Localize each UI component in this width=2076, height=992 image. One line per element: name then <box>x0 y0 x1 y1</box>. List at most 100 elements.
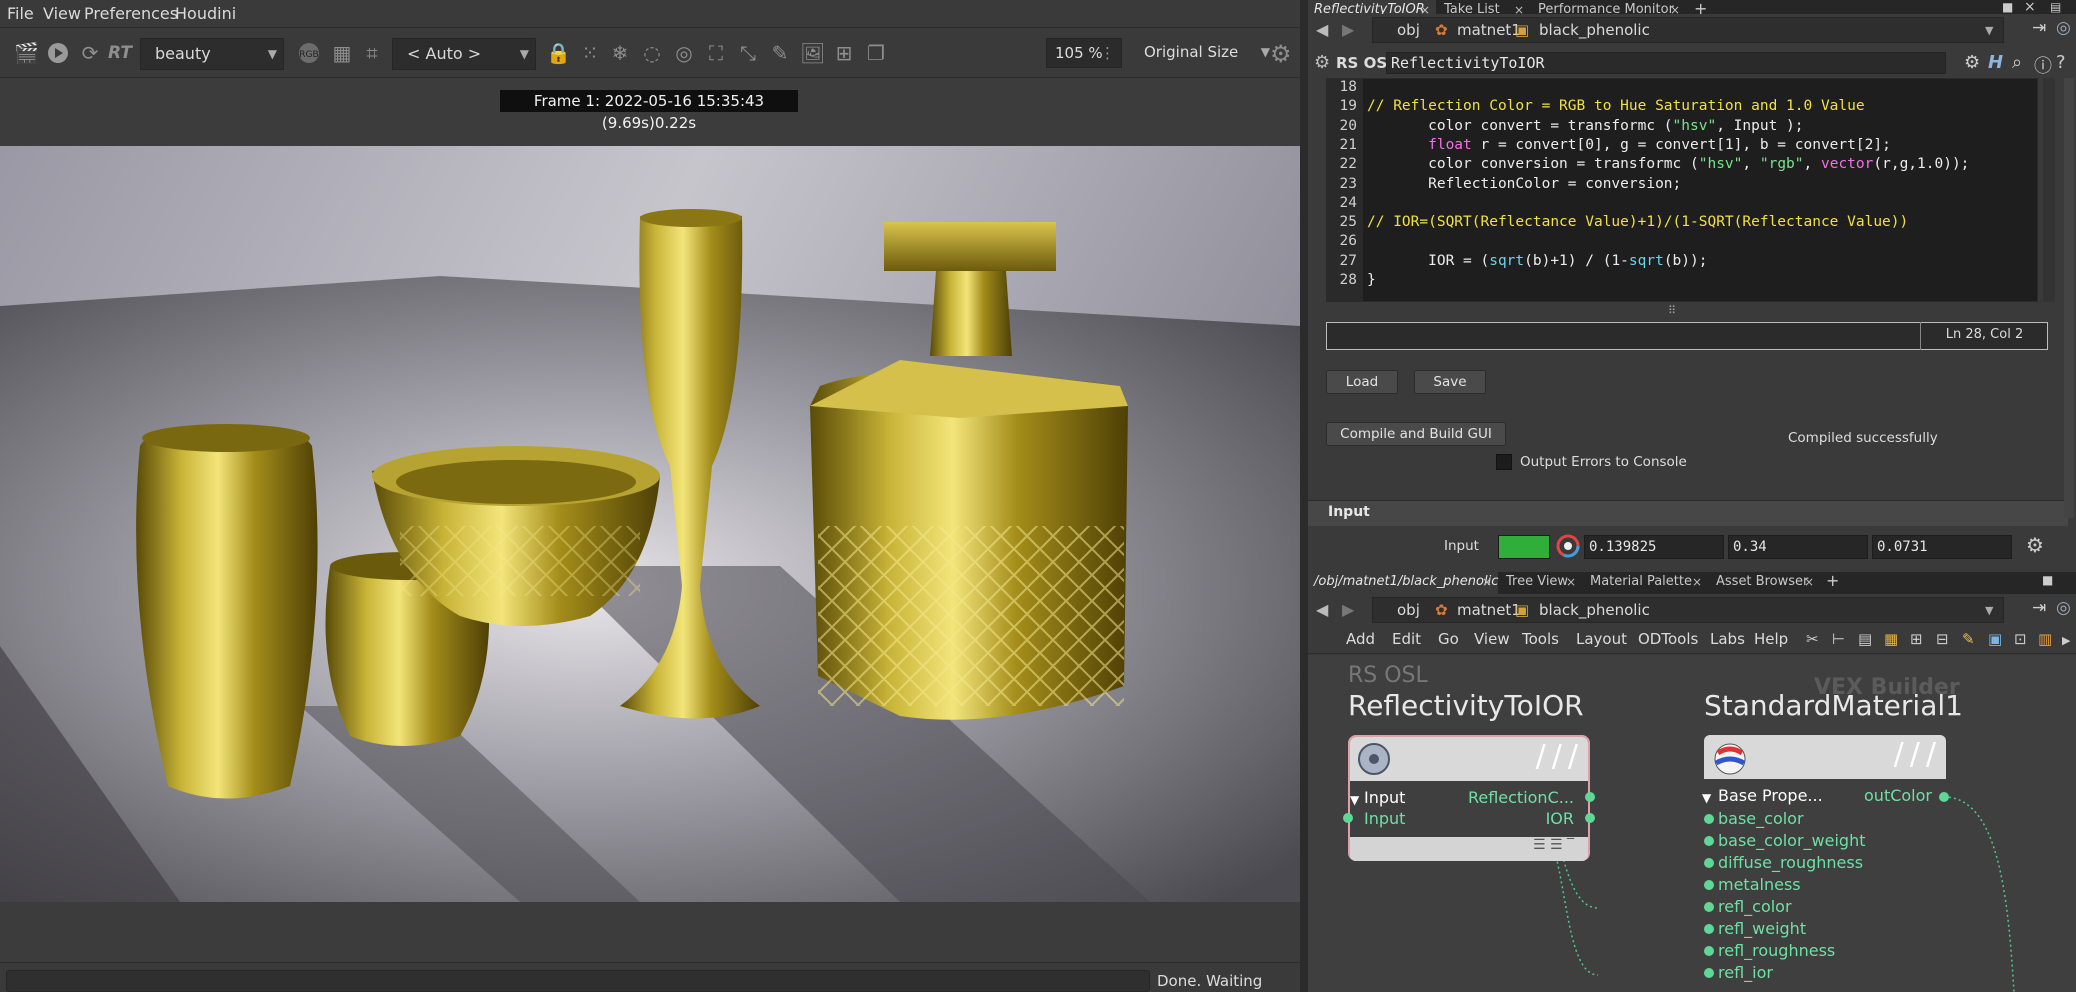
node-menu-icon[interactable]: ☰ ☰ ‾ <box>1533 837 1574 853</box>
rt-icon[interactable]: RT <box>108 41 132 65</box>
gear-icon[interactable]: ⚙ <box>2026 533 2044 557</box>
crumb-matnet1[interactable]: matnet1 <box>1457 21 1521 39</box>
close-icon[interactable]: × <box>1566 572 1576 592</box>
add-tab-icon[interactable]: + <box>1826 571 1839 590</box>
clapper-icon[interactable]: 🎬 <box>14 41 39 65</box>
menu-file[interactable]: File <box>7 4 34 23</box>
node2-input-dot[interactable] <box>1704 880 1714 890</box>
forward-arrow-icon[interactable]: ▶ <box>1342 20 1354 39</box>
menu-help[interactable]: Help <box>1754 630 1788 648</box>
pin-icon[interactable]: ⇥ <box>2032 598 2046 618</box>
stepper-icon[interactable]: ⋮ <box>1100 39 1115 67</box>
resize-handle-icon[interactable]: ⠿ <box>1668 304 1676 317</box>
image-icon[interactable]: ▣ <box>1988 630 2002 648</box>
input-refl-roughness[interactable]: refl_roughness <box>1718 941 1835 960</box>
crumb-black-phenolic[interactable]: black_phenolic <box>1539 21 1650 39</box>
code-editor[interactable]: 18 19 20 21 22 23 24 25 26 27 28 // Reflection Col… <box>1326 78 2038 302</box>
play-icon[interactable] <box>46 41 70 65</box>
info-icon[interactable]: ⓘ <box>2034 52 2052 78</box>
parameter-scrollbar[interactable] <box>2064 78 2074 518</box>
input-base-color-weight[interactable]: base_color_weight <box>1718 831 1865 850</box>
input-r-field[interactable]: 0.139825 <box>1584 535 1724 559</box>
input-section-header[interactable]: Input <box>1308 500 2068 526</box>
spinner-icon[interactable]: ◌ <box>640 41 664 65</box>
copy-icon[interactable]: ❐ <box>864 41 888 65</box>
rgb-icon[interactable]: RGB <box>296 41 322 65</box>
crumb-matnet1[interactable]: matnet1 <box>1457 601 1521 619</box>
overflow-arrow-icon[interactable]: ▶ <box>2062 634 2070 647</box>
node2-input-dot[interactable] <box>1704 902 1714 912</box>
asset-icon[interactable]: ▥ <box>2038 630 2052 648</box>
back-arrow-icon[interactable]: ◀ <box>1316 600 1328 619</box>
close-icon[interactable]: × <box>1482 572 1492 592</box>
layout-icon[interactable]: ⊟ <box>1936 630 1949 648</box>
node2-header[interactable]: /// <box>1704 735 1946 779</box>
node2-input-dot[interactable] <box>1704 968 1714 978</box>
crumb-obj[interactable]: obj <box>1397 21 1420 39</box>
palette-icon[interactable]: ▦ <box>1884 630 1898 648</box>
path-field[interactable]: obj ✿ matnet1 ▣ black_phenolic ▼ <box>1372 17 2004 43</box>
pane-divider[interactable] <box>1300 0 1308 992</box>
save-button[interactable]: Save <box>1414 370 1486 394</box>
grid-icon[interactable]: ▦ <box>330 41 354 65</box>
output-errors-checkbox[interactable] <box>1496 454 1512 470</box>
color-swatch[interactable] <box>1498 535 1550 559</box>
collapse-triangle-icon[interactable]: ▼ <box>1702 791 1711 805</box>
menu-preferences[interactable]: Preferences <box>84 4 178 23</box>
node-standardmaterial1[interactable]: /// ▼ Base Prope... outColor base_color … <box>1702 735 1946 992</box>
search-icon[interactable]: ⌕ <box>2012 52 2022 73</box>
input-b-field[interactable]: 0.0731 <box>1872 535 2012 559</box>
gear-icon[interactable]: ⚙ <box>1270 40 1292 68</box>
input-base-color[interactable]: base_color <box>1718 809 1804 828</box>
help-circle-icon[interactable]: ? <box>2056 52 2066 73</box>
node2-input-dot[interactable] <box>1704 858 1714 868</box>
node2-input-dot[interactable] <box>1704 946 1714 956</box>
input-refl-color[interactable]: refl_color <box>1718 897 1792 916</box>
back-arrow-icon[interactable]: ◀ <box>1316 20 1328 39</box>
compile-build-gui-button[interactable]: Compile and Build GUI <box>1326 422 1506 446</box>
zoom-region-icon[interactable]: ⤡ <box>736 41 760 65</box>
tab-asset-browser[interactable]: Asset Browser × <box>1710 572 1820 594</box>
input-refl-weight[interactable]: refl_weight <box>1718 919 1806 938</box>
list-icon[interactable]: ▤ <box>1858 630 1872 648</box>
chevron-down-icon[interactable]: ▼ <box>1985 24 1993 37</box>
crop-icon[interactable]: ⌗ <box>360 41 384 65</box>
pin-icon[interactable]: ⇥ <box>2032 18 2046 38</box>
region-icon[interactable]: ⛶ <box>704 41 728 65</box>
input-diffuse-roughness[interactable]: diffuse_roughness <box>1718 853 1863 872</box>
zoom-field[interactable]: 105 % ⋮ <box>1046 38 1122 68</box>
tree-icon[interactable]: ⊢ <box>1832 630 1845 648</box>
node2-output-dot[interactable] <box>1939 792 1949 802</box>
code-scrollbar[interactable] <box>2043 78 2055 302</box>
node2-input-dot[interactable] <box>1704 814 1714 824</box>
tab-network-path[interactable]: /obj/matnet1/black_phenolic × <box>1308 572 1498 594</box>
network-path-field[interactable]: obj ✿ matnet1 ▣ black_phenolic ▼ <box>1372 597 2004 623</box>
node1-header[interactable]: /// <box>1350 737 1588 781</box>
maximize-icon[interactable]: ■ <box>2002 0 2013 14</box>
input-metalness[interactable]: metalness <box>1718 875 1801 894</box>
link-icon[interactable]: ◎ <box>2056 18 2071 38</box>
menu-tools[interactable]: Tools <box>1522 630 1559 648</box>
tab-tree-view[interactable]: Tree View × <box>1500 572 1582 594</box>
gear-icon[interactable]: ⚙ <box>1964 52 1980 73</box>
close-icon[interactable]: × <box>1692 572 1702 592</box>
node2-input-dot[interactable] <box>1704 836 1714 846</box>
snapshot-icon[interactable]: 🖼 <box>800 41 825 65</box>
node1-output-ior[interactable]: IOR <box>1546 809 1574 828</box>
add-snapshot-icon[interactable]: ⊞ <box>832 41 856 65</box>
network-editor[interactable]: VEX Builder RS OSL ReflectivityToIOR ///… <box>1308 655 2076 992</box>
size-mode-select[interactable]: Original Size ▼ <box>1132 38 1270 68</box>
menu-houdini[interactable]: Houdini <box>175 4 236 23</box>
pane-menu-icon[interactable]: ▤ <box>2050 0 2061 14</box>
dots-grid-icon[interactable]: ⁙ <box>578 41 602 65</box>
node1-output-reflection[interactable]: ReflectionC... <box>1468 788 1574 807</box>
menu-go[interactable]: Go <box>1438 630 1459 648</box>
aov-select[interactable]: beauty ▼ <box>140 38 284 70</box>
node2-output-outcolor[interactable]: outColor <box>1864 786 1932 805</box>
tab-material-palette[interactable]: Material Palette × <box>1584 572 1708 594</box>
node1-footer[interactable]: ☰ ☰ ‾ <box>1350 837 1588 861</box>
node1-title[interactable]: ReflectivityToIOR <box>1348 689 1584 722</box>
sticky-note-icon[interactable]: ✎ <box>1962 630 1975 648</box>
tools-icon[interactable]: ✂ <box>1806 630 1819 648</box>
color-wheel-icon[interactable] <box>1556 534 1580 562</box>
